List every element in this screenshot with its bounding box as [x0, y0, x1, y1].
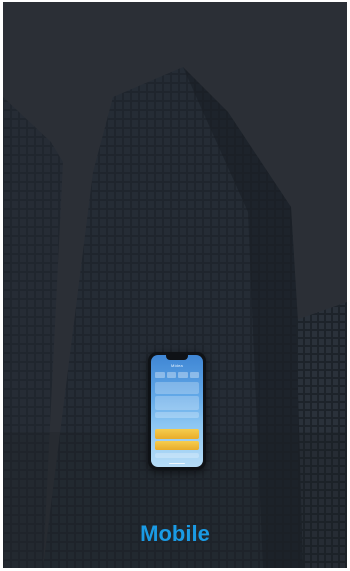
app-tile	[178, 372, 188, 378]
showcase-panel: Midea Mobile	[3, 2, 347, 568]
smartphone-icon: Midea	[148, 352, 206, 470]
app-logo: Midea	[171, 363, 183, 368]
app-tile	[155, 372, 165, 378]
mobile-caption: Mobile	[140, 521, 210, 546]
app-card	[155, 396, 199, 410]
app-tile	[189, 372, 199, 378]
city-building-background	[3, 2, 347, 568]
app-tab-row	[155, 372, 199, 378]
app-card	[155, 382, 199, 394]
app-screen-preview: Midea	[151, 355, 203, 467]
app-tile	[166, 372, 176, 378]
home-indicator	[169, 462, 185, 464]
phone-notch	[166, 355, 188, 360]
app-card-highlight	[155, 441, 199, 450]
app-card	[155, 412, 199, 418]
app-card	[155, 453, 199, 458]
app-card-highlight	[155, 429, 199, 439]
